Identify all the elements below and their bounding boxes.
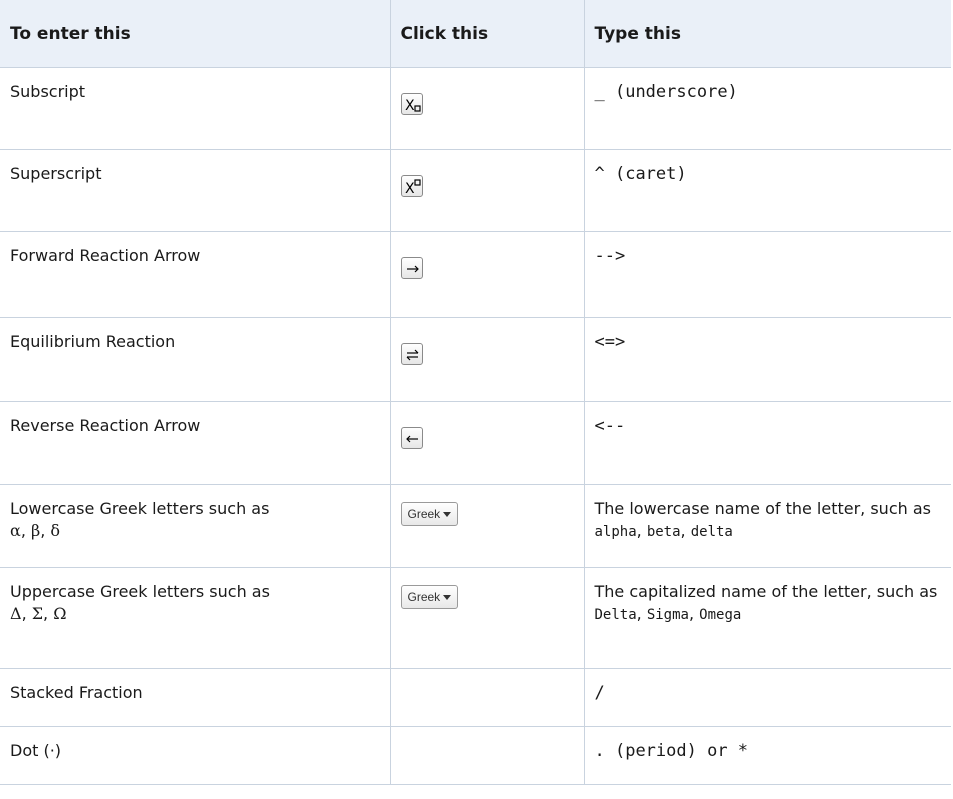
row-label: Superscript	[0, 149, 391, 232]
type-cell: /	[584, 668, 951, 727]
type-cell: <--	[584, 401, 951, 485]
example-name: alpha	[594, 524, 637, 540]
button-cell: Greek	[390, 484, 585, 568]
superscript-icon: X	[405, 179, 421, 197]
greek-symbol: α	[10, 521, 21, 540]
table-row: Dot (·) . (period) or *	[0, 726, 951, 785]
equilibrium-button[interactable]	[400, 343, 423, 365]
row-label: Forward Reaction Arrow	[0, 231, 391, 318]
row-label: Dot (·)	[0, 726, 391, 785]
button-cell	[390, 726, 585, 785]
svg-text:X: X	[405, 98, 415, 114]
type-cell: -->	[584, 231, 951, 318]
equilibrium-arrows-icon	[406, 349, 418, 361]
reverse-arrow-button[interactable]	[400, 427, 423, 449]
subscript-button[interactable]: X	[400, 93, 423, 115]
label-text: Uppercase Greek letters such as	[10, 582, 270, 601]
table-row: Equilibrium Reaction <=>	[0, 317, 951, 402]
example-name: Sigma	[646, 607, 689, 623]
row-label: Reverse Reaction Arrow	[0, 401, 391, 485]
type-description: The lowercase name of the letter, such a…	[594, 499, 931, 518]
greek-dropdown-label: Greek	[407, 590, 441, 604]
table-row: Superscript X ^ (caret)	[0, 149, 951, 232]
type-cell: . (period) or *	[584, 726, 951, 785]
button-cell	[390, 231, 585, 318]
table-header-row: To enter this Click this Type this	[0, 0, 951, 68]
table-row: Subscript X _ (underscore)	[0, 67, 951, 150]
table-row: Stacked Fraction /	[0, 668, 951, 727]
greek-symbol: Δ	[10, 604, 22, 623]
button-cell	[390, 401, 585, 485]
type-cell: The lowercase name of the letter, such a…	[584, 484, 951, 568]
greek-dropdown-button[interactable]: Greek	[400, 502, 459, 526]
table-row: Uppercase Greek letters such as Δ, Σ, Ω …	[0, 567, 951, 669]
column-header-click: Click this	[390, 0, 585, 68]
row-label: Uppercase Greek letters such as Δ, Σ, Ω	[0, 567, 391, 669]
example-name: beta	[646, 524, 681, 540]
greek-dropdown-button[interactable]: Greek	[400, 585, 459, 609]
label-text: Lowercase Greek letters such as	[10, 499, 270, 518]
greek-symbol: Σ	[31, 604, 44, 623]
button-cell: X	[390, 67, 585, 150]
column-header-to-enter: To enter this	[0, 0, 391, 68]
greek-symbol: β	[30, 521, 41, 540]
table-row: Reverse Reaction Arrow <--	[0, 401, 951, 485]
greek-symbol: Ω	[53, 604, 67, 623]
subscript-icon: X	[405, 98, 421, 114]
table-row: Forward Reaction Arrow -->	[0, 231, 951, 318]
example-name: Omega	[699, 607, 742, 623]
type-cell: The capitalized name of the letter, such…	[584, 567, 951, 669]
right-arrow-icon	[406, 265, 419, 273]
greek-symbol: δ	[50, 521, 61, 540]
table-row: Lowercase Greek letters such as α, β, δ …	[0, 484, 951, 568]
example-name: Delta	[594, 607, 637, 623]
button-cell	[390, 317, 585, 402]
caret-down-icon	[443, 511, 452, 517]
type-cell: <=>	[584, 317, 951, 402]
superscript-button[interactable]: X	[400, 175, 423, 197]
button-cell: Greek	[390, 567, 585, 669]
example-name: delta	[690, 524, 733, 540]
button-cell	[390, 668, 585, 727]
entry-shortcuts-table: To enter this Click this Type this Subsc…	[0, 0, 951, 785]
type-description: The capitalized name of the letter, such…	[594, 582, 938, 601]
svg-text:X: X	[405, 181, 415, 197]
row-label: Lowercase Greek letters such as α, β, δ	[0, 484, 391, 568]
greek-dropdown-label: Greek	[407, 507, 441, 521]
type-cell: _ (underscore)	[584, 67, 951, 150]
row-label: Equilibrium Reaction	[0, 317, 391, 402]
caret-down-icon	[443, 594, 452, 600]
row-label: Subscript	[0, 67, 391, 150]
type-cell: ^ (caret)	[584, 149, 951, 232]
column-header-type: Type this	[584, 0, 951, 68]
row-label: Stacked Fraction	[0, 668, 391, 727]
button-cell: X	[390, 149, 585, 232]
left-arrow-icon	[405, 435, 418, 443]
forward-arrow-button[interactable]	[400, 257, 423, 279]
